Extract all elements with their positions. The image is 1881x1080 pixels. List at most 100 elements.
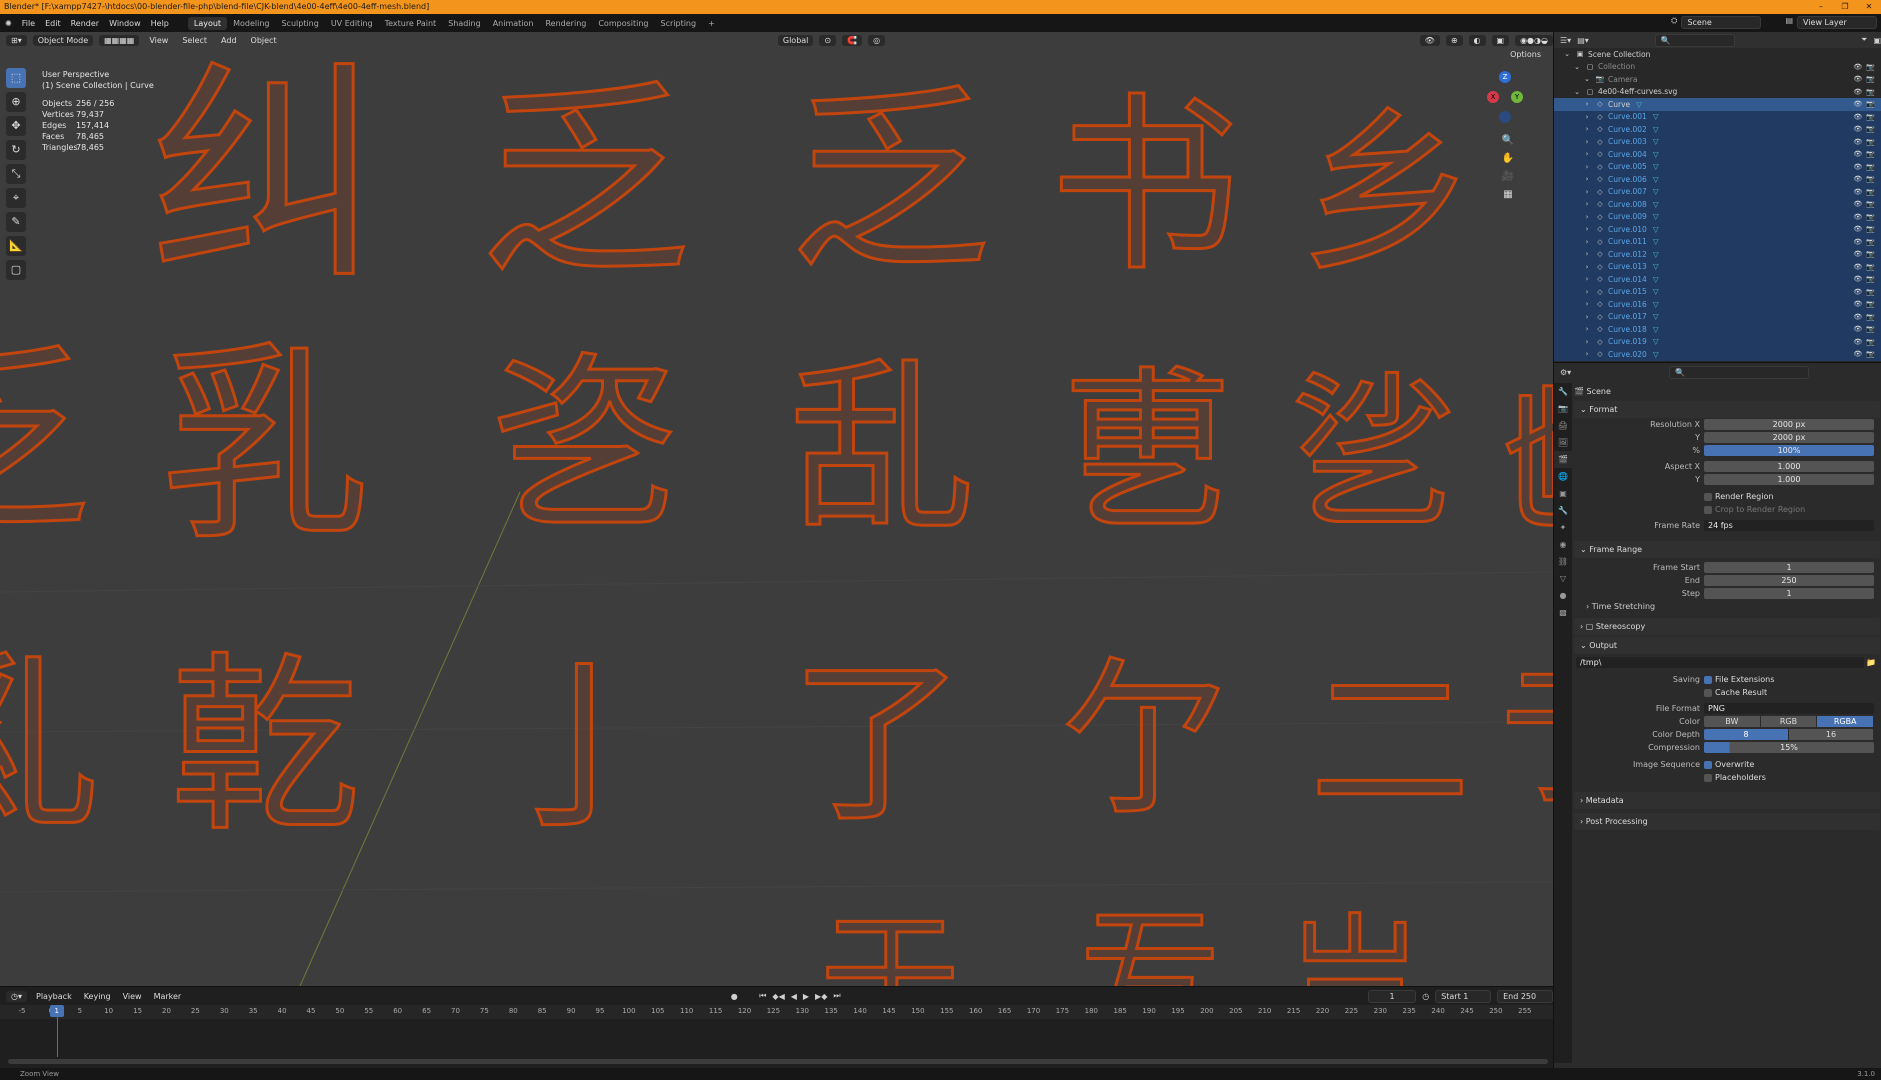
- annotate-tool-icon[interactable]: ✎: [6, 212, 26, 232]
- render-camera-icon[interactable]: 📷: [1866, 175, 1875, 183]
- file-format-dropdown[interactable]: PNG: [1704, 703, 1874, 714]
- render-camera-icon[interactable]: 📷: [1866, 188, 1875, 196]
- render-camera-icon[interactable]: 📷: [1866, 300, 1875, 308]
- render-camera-icon[interactable]: 📷: [1866, 250, 1875, 258]
- visibility-eye-icon[interactable]: 👁: [1853, 225, 1862, 233]
- timeline-scrollbar[interactable]: [8, 1059, 1548, 1064]
- post-processing-panel-header[interactable]: › Post Processing: [1574, 813, 1880, 830]
- viewport-menu-view[interactable]: View: [145, 36, 172, 45]
- jump-end-icon[interactable]: ⏭: [833, 991, 840, 1001]
- render-camera-icon[interactable]: 📷: [1866, 200, 1875, 208]
- snap-icon[interactable]: 🧲: [842, 34, 863, 46]
- render-camera-icon[interactable]: 📷: [1866, 325, 1875, 333]
- cache-result-checkbox[interactable]: Cache Result: [1704, 687, 1767, 699]
- texture-tab-icon[interactable]: ▩: [1554, 604, 1572, 621]
- timeline-menu-keying[interactable]: Keying: [81, 992, 114, 1001]
- neg-z-axis-icon[interactable]: [1499, 111, 1511, 123]
- current-frame-field[interactable]: 1: [1367, 989, 1417, 1003]
- expand-arrow-icon[interactable]: ›: [1582, 163, 1592, 171]
- expand-arrow-icon[interactable]: ›: [1582, 338, 1592, 346]
- resolution-pct-slider[interactable]: 100%: [1704, 444, 1874, 456]
- outliner-row[interactable]: ⌄ 📷 Camera 👁 📷: [1554, 73, 1881, 86]
- outliner-row[interactable]: › ◇ Curve.019 ▽ 👁 📷: [1554, 335, 1881, 348]
- output-path-field[interactable]: /tmp\: [1576, 657, 1864, 668]
- editor-type-icon[interactable]: ⊞▾: [6, 34, 27, 46]
- compression-slider[interactable]: 15%: [1704, 742, 1874, 753]
- expand-arrow-icon[interactable]: ›: [1582, 113, 1592, 121]
- end-frame-field[interactable]: End 250: [1497, 989, 1553, 1003]
- 3d-viewport[interactable]: ⊞▾ Object Mode ▦▦▦▦ View Select Add Obje…: [0, 32, 1553, 986]
- render-camera-icon[interactable]: 📷: [1866, 288, 1875, 296]
- workspace-tab-sculpting[interactable]: Sculpting: [275, 17, 324, 30]
- visibility-eye-icon[interactable]: 👁: [1853, 125, 1862, 133]
- visibility-eye-icon[interactable]: 👁: [1853, 263, 1862, 271]
- expand-arrow-icon[interactable]: ⌄: [1582, 75, 1592, 83]
- expand-arrow-icon[interactable]: ›: [1582, 300, 1592, 308]
- file-extensions-checkbox[interactable]: File Extensions: [1704, 674, 1774, 686]
- properties-search-input[interactable]: 🔍: [1669, 365, 1810, 379]
- visibility-eye-icon[interactable]: 👁: [1853, 300, 1862, 308]
- render-region-checkbox[interactable]: Render Region: [1704, 491, 1773, 503]
- outliner-row[interactable]: › ◇ Curve.008 ▽ 👁 📷: [1554, 198, 1881, 211]
- visibility-eye-icon[interactable]: 👁: [1853, 213, 1862, 221]
- y-axis-icon[interactable]: Y: [1511, 91, 1523, 103]
- expand-arrow-icon[interactable]: ›: [1582, 350, 1592, 358]
- object-tab-icon[interactable]: ▣: [1554, 485, 1572, 502]
- visibility-eye-icon[interactable]: 👁: [1853, 288, 1862, 296]
- expand-arrow-icon[interactable]: ›: [1582, 238, 1592, 246]
- play-icon[interactable]: ▶: [803, 992, 809, 1001]
- transform-orientation-selector[interactable]: Global: [777, 34, 814, 46]
- expand-arrow-icon[interactable]: ›: [1582, 325, 1592, 333]
- color-mode-bw[interactable]: BW: [1704, 716, 1761, 727]
- visibility-icon[interactable]: 👁: [1419, 34, 1440, 46]
- color-depth-selector[interactable]: 8 16: [1704, 729, 1874, 740]
- outliner-row[interactable]: ⌄ ▣ Scene Collection: [1554, 48, 1881, 61]
- outliner-row[interactable]: › ◇ Curve.020 ▽ 👁 📷: [1554, 348, 1881, 361]
- render-camera-icon[interactable]: 📷: [1866, 338, 1875, 346]
- scene-selector[interactable]: Scene: [1681, 16, 1762, 29]
- render-camera-icon[interactable]: 📷: [1866, 163, 1875, 171]
- outliner-row[interactable]: › ◇ Curve.003 ▽ 👁 📷: [1554, 135, 1881, 148]
- outliner-row[interactable]: › ◇ Curve.011 ▽ 👁 📷: [1554, 235, 1881, 248]
- visibility-eye-icon[interactable]: 👁: [1853, 238, 1862, 246]
- render-camera-icon[interactable]: 📷: [1866, 100, 1875, 108]
- tool-tab-icon[interactable]: 🔧: [1554, 383, 1572, 400]
- outliner-row[interactable]: › ◇ Curve.005 ▽ 👁 📷: [1554, 160, 1881, 173]
- menu-edit[interactable]: Edit: [40, 19, 66, 28]
- outliner-row[interactable]: › ◇ Curve.017 ▽ 👁 📷: [1554, 310, 1881, 323]
- visibility-eye-icon[interactable]: 👁: [1853, 75, 1862, 83]
- render-camera-icon[interactable]: 📷: [1866, 263, 1875, 271]
- render-camera-icon[interactable]: 📷: [1866, 150, 1875, 158]
- folder-icon[interactable]: 📁: [1866, 657, 1876, 669]
- workspace-tab-compositing[interactable]: Compositing: [592, 17, 654, 30]
- scale-tool-icon[interactable]: ⤡: [6, 164, 26, 184]
- physics-tab-icon[interactable]: ◉: [1554, 536, 1572, 553]
- maximize-icon[interactable]: ❐: [1833, 0, 1857, 14]
- outliner-row[interactable]: › ◇ Curve.001 ▽ 👁 📷: [1554, 110, 1881, 123]
- expand-arrow-icon[interactable]: ›: [1582, 313, 1592, 321]
- render-camera-icon[interactable]: 📷: [1866, 113, 1875, 121]
- z-axis-icon[interactable]: Z: [1499, 71, 1511, 83]
- menu-help[interactable]: Help: [146, 19, 174, 28]
- visibility-eye-icon[interactable]: 👁: [1853, 113, 1862, 121]
- frame-step-field[interactable]: 1: [1704, 587, 1874, 599]
- frame-end-field[interactable]: 250: [1704, 574, 1874, 586]
- visibility-eye-icon[interactable]: 👁: [1853, 350, 1862, 358]
- frame-range-panel-header[interactable]: ⌄ Frame Range: [1574, 540, 1880, 558]
- add-cube-tool-icon[interactable]: ▢: [6, 260, 26, 280]
- workspace-tab-layout[interactable]: Layout: [187, 16, 228, 30]
- outliner-row[interactable]: › ◇ Curve.010 ▽ 👁 📷: [1554, 223, 1881, 236]
- outliner-search-input[interactable]: 🔍: [1654, 33, 1736, 47]
- outliner-row[interactable]: › ◇ Curve.014 ▽ 👁 📷: [1554, 273, 1881, 286]
- menu-file[interactable]: File: [17, 19, 40, 28]
- outliner-row[interactable]: › ◇ Curve.007 ▽ 👁 📷: [1554, 185, 1881, 198]
- expand-arrow-icon[interactable]: ›: [1582, 250, 1592, 258]
- start-frame-field[interactable]: Start 1: [1435, 989, 1492, 1003]
- color-depth-8[interactable]: 8: [1704, 729, 1789, 740]
- workspace-tab-animation[interactable]: Animation: [487, 17, 540, 30]
- frame-rate-dropdown[interactable]: 24 fps: [1704, 520, 1874, 531]
- outliner-row[interactable]: › ◇ Curve.009 ▽ 👁 📷: [1554, 210, 1881, 223]
- current-frame-marker[interactable]: 1: [49, 1005, 64, 1017]
- resolution-x-field[interactable]: 2000 px: [1704, 418, 1874, 430]
- outliner-row[interactable]: › ◇ Curve.002 ▽ 👁 📷: [1554, 123, 1881, 136]
